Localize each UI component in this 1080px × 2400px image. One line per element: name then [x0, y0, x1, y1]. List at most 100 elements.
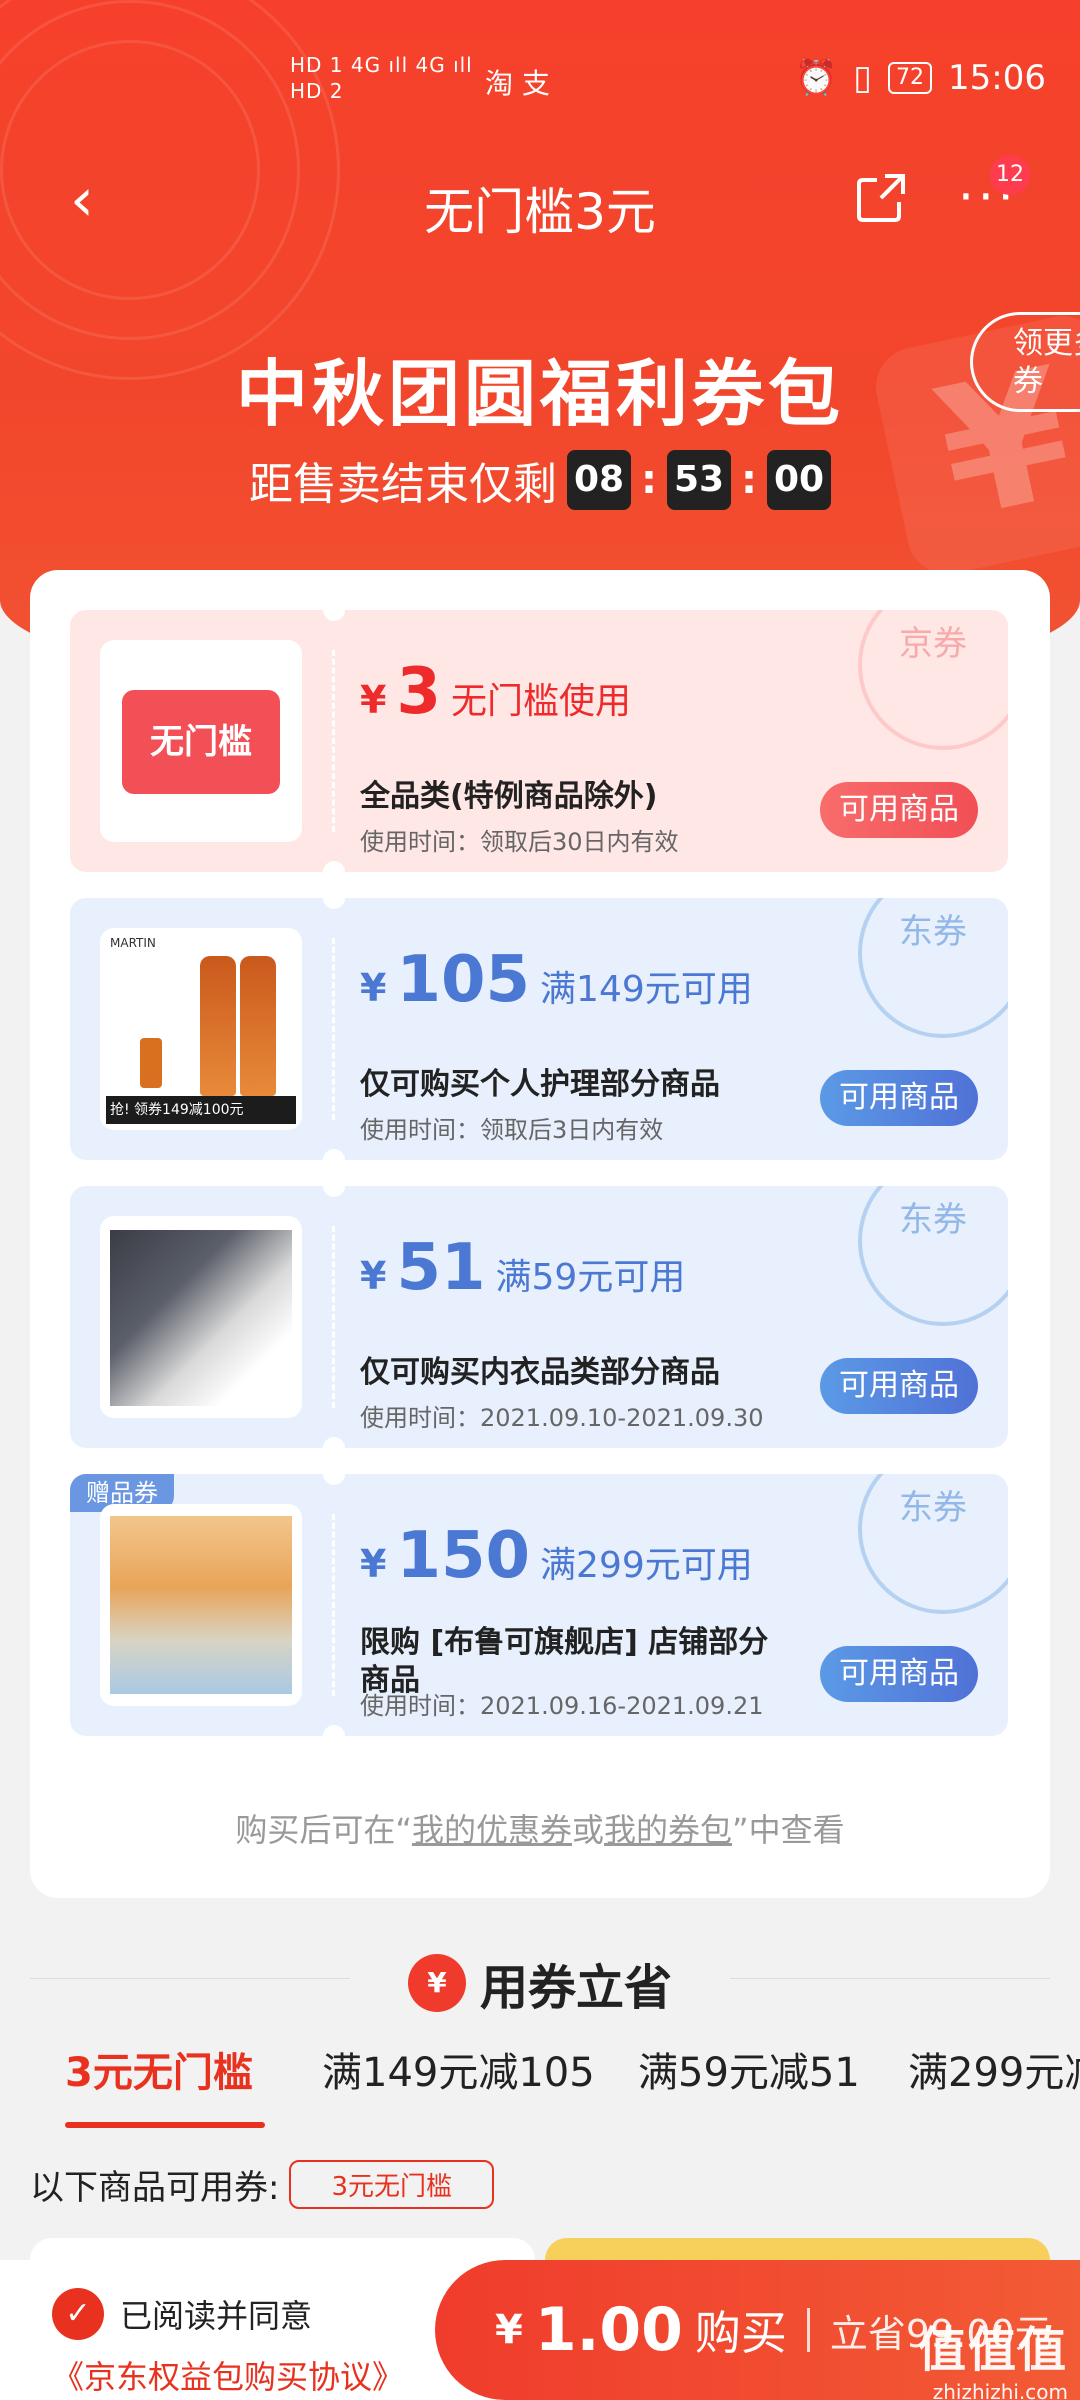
coupon-value: 105 — [396, 943, 531, 1017]
watermark-url: zhizhizhi.com — [932, 2380, 1068, 2400]
currency-symbol: ¥ — [360, 966, 387, 1010]
coupon-validity: 使用时间：2021.09.10-2021.09.30 — [360, 1404, 764, 1432]
currency-symbol: ¥ — [360, 678, 387, 722]
page-title: 无门槛3元 — [424, 183, 656, 241]
divider — [30, 1978, 350, 1979]
eligible-products-button[interactable]: 可用商品 — [820, 1070, 978, 1126]
ticket-notch — [70, 988, 80, 1068]
coupon-scope: 仅可购买个人护理部分商品 — [360, 1067, 720, 1102]
ticket-notch — [70, 700, 80, 780]
divider — [730, 1978, 1050, 1979]
eligible-products-button[interactable]: 可用商品 — [820, 1646, 978, 1702]
coupon-scope: 仅可购买内衣品类部分商品 — [360, 1355, 720, 1390]
tab-59-minus-51[interactable]: 满59元减51 — [638, 2040, 860, 2098]
coupon-condition: 满149元可用 — [540, 969, 753, 1010]
countdown: 距售卖结束仅剩 08 : 53 : 00 — [0, 448, 1080, 512]
separator — [806, 2308, 810, 2352]
no-threshold-ticket-icon: 无门槛 — [122, 690, 280, 794]
alarm-icon: ⏰ — [794, 58, 838, 98]
agreement-checkbox[interactable]: ✓ 已阅读并同意 — [52, 2288, 312, 2340]
coupon-divider — [332, 1514, 335, 1696]
section-title: 用券立省 — [479, 1960, 672, 2016]
coupon-value: 3 — [396, 655, 441, 729]
ticket-punch — [323, 1437, 345, 1448]
ticket-punch — [323, 1474, 345, 1485]
coupon-amount: ¥ 105 满149元可用 — [360, 948, 753, 1012]
share-icon[interactable] — [855, 170, 909, 224]
countdown-colon: : — [641, 457, 657, 503]
coupon-condition: 满59元可用 — [495, 1257, 686, 1298]
countdown-seconds: 00 — [767, 450, 831, 510]
ticket-punch — [323, 861, 345, 872]
currency-symbol: ¥ — [360, 1254, 387, 1298]
bottle-image — [200, 956, 236, 1096]
buy-label: 购买 — [694, 2306, 787, 2360]
note-text: 或 — [571, 1811, 604, 1849]
coupon-stamp: 东券 — [858, 1186, 1008, 1326]
tab-3-no-threshold[interactable]: 3元无门槛 — [65, 2040, 253, 2098]
note-text: ”中查看 — [732, 1811, 845, 1849]
coupon-item: 东券 ¥ 51 满59元可用 仅可购买内衣品类部分商品 使用时间：2021.09… — [70, 1186, 1008, 1448]
bottle-image — [140, 1038, 162, 1088]
coupon-stamp: 东券 — [858, 1474, 1008, 1614]
active-tab-indicator — [65, 2122, 265, 2128]
ticket-notch — [70, 1276, 80, 1356]
buy-price: 1.00 — [534, 2295, 683, 2365]
section-header: ¥ 用券立省 — [0, 1948, 1080, 2018]
agree-text: 已阅读并同意 — [120, 2297, 313, 2335]
my-coupons-link[interactable]: 我的优惠券 — [412, 1811, 572, 1849]
coupon-validity: 使用时间：领取后3日内有效 — [360, 1116, 664, 1144]
check-icon[interactable]: ✓ — [52, 2288, 104, 2340]
coupon-amount: ¥ 150 满299元可用 — [360, 1524, 753, 1588]
currency-symbol: ¥ — [495, 2307, 523, 2353]
coupon-tabs: 3元无门槛 满149元减105 满59元减51 满299元减 — [0, 2040, 1080, 2130]
coupon-validity: 使用时间：领取后30日内有效 — [360, 828, 679, 856]
coupon-condition: 无门槛使用 — [450, 681, 631, 722]
tab-149-minus-105[interactable]: 满149元减105 — [322, 2040, 595, 2098]
signal-indicators: HD 1 4G ıll 4G ıll HD 2 — [290, 53, 473, 103]
coupon-validity: 使用时间：2021.09.16-2021.09.21 — [360, 1692, 764, 1720]
site-watermark: 值值值 zhizhizhi.com — [918, 2310, 1068, 2400]
toy-table-product-image — [110, 1516, 292, 1694]
countdown-minutes: 53 — [667, 450, 731, 510]
ticket-punch — [323, 1149, 345, 1160]
coupon-thumbnail — [100, 1216, 302, 1418]
coupon-thumbnail — [100, 1504, 302, 1706]
coupon-thumbnail: 无门槛 — [100, 640, 302, 842]
status-app-icons: 淘 支 — [485, 67, 550, 100]
ticket-punch — [323, 1186, 345, 1197]
eligible-products-button[interactable]: 可用商品 — [820, 782, 978, 838]
countdown-hours: 08 — [567, 450, 631, 510]
status-bar: HD 1 4G ıll 4G ıll HD 2 淘 支 ⏰ ▯ 72 15:06 — [0, 0, 1080, 150]
banner-title: 中秋团圆福利券包 — [235, 352, 844, 436]
tab-299-minus[interactable]: 满299元减 — [908, 2040, 1080, 2098]
clock: 15:06 — [948, 58, 1046, 98]
status-right: ⏰ ▯ 72 15:06 — [795, 58, 1046, 98]
filter-chip[interactable]: 3元无门槛 — [289, 2160, 495, 2209]
countdown-label: 距售卖结束仅剩 — [249, 459, 557, 510]
agreement-link[interactable]: 《京东权益包购买协议》 — [52, 2352, 404, 2398]
coupon-divider — [332, 1226, 335, 1408]
socks-product-image — [110, 1230, 292, 1406]
vibrate-icon: ▯ — [853, 58, 873, 98]
coupon-thumbnail: MARTIN 抢! 领券149减100元 — [100, 928, 302, 1130]
coupon-pack-card: 京券 无门槛 ¥ 3 无门槛使用 全品类(特例商品除外) 使用时间：领取后30日… — [30, 570, 1050, 1898]
eligible-products-button[interactable]: 可用商品 — [820, 1358, 978, 1414]
coupon-stamp: 京券 — [858, 610, 1008, 750]
filter-label: 以下商品可用券: — [30, 2168, 280, 2208]
brand-logo: MARTIN — [110, 936, 156, 950]
my-coupon-pack-link[interactable]: 我的券包 — [604, 1811, 732, 1849]
ticket-punch — [323, 610, 345, 621]
battery-indicator: 72 — [888, 62, 933, 94]
coupon-divider — [332, 938, 335, 1120]
coupon-amount: ¥ 3 无门槛使用 — [360, 660, 631, 724]
coupon-item: 京券 无门槛 ¥ 3 无门槛使用 全品类(特例商品除外) 使用时间：领取后30日… — [70, 610, 1008, 872]
ticket-icon: ¥ — [407, 1954, 466, 2012]
view-coupons-note: 购买后可在“我的优惠券或我的券包”中查看 — [30, 1805, 1050, 1851]
countdown-colon: : — [741, 457, 757, 503]
more-coupons-button[interactable]: 领更多券 — [970, 312, 1080, 412]
coupon-value: 51 — [396, 1231, 486, 1305]
coupon-stamp: 东券 — [858, 898, 1008, 1038]
coupon-amount: ¥ 51 满59元可用 — [360, 1236, 685, 1300]
bottle-image — [240, 956, 276, 1096]
